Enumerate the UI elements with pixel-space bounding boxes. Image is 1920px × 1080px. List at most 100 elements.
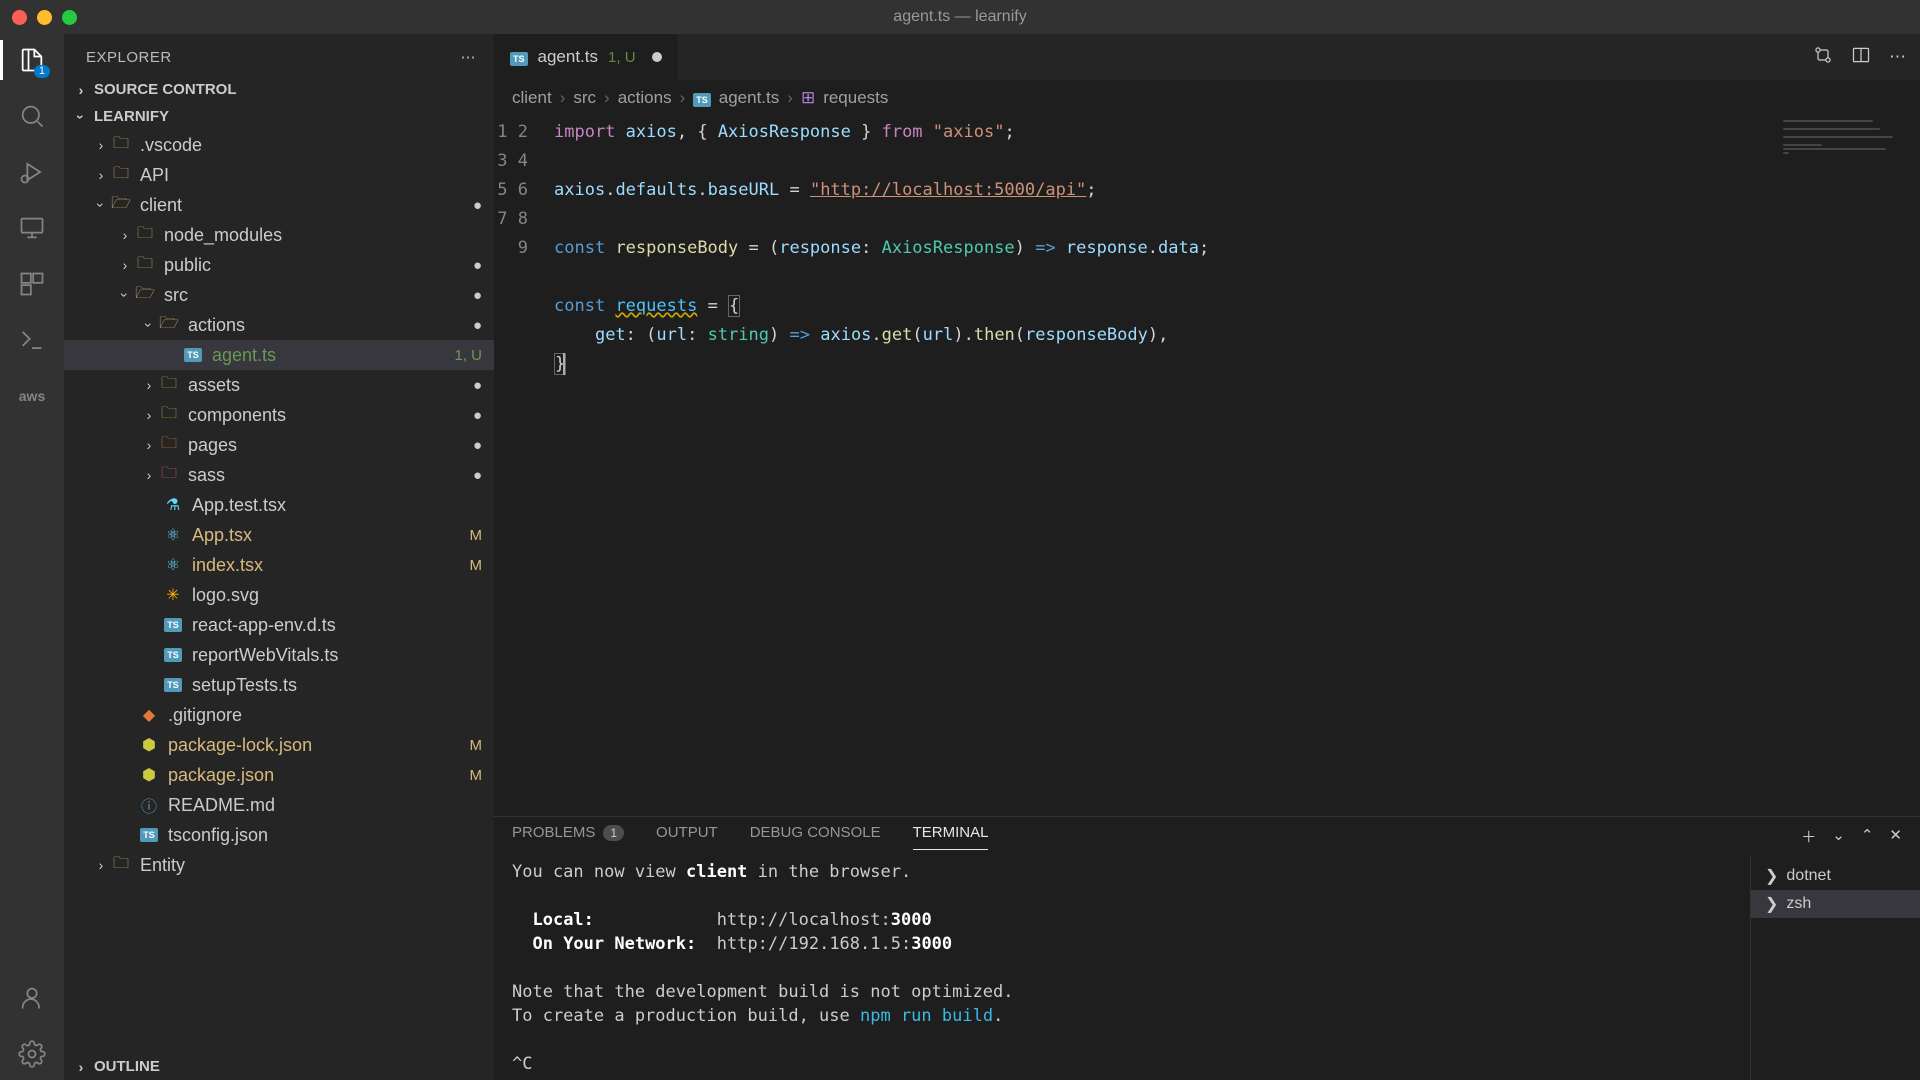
typescript-icon: TS <box>162 674 184 696</box>
file-setup-tests[interactable]: TS setupTests.ts <box>64 670 494 700</box>
extensions-activity-icon[interactable] <box>16 268 48 300</box>
split-editor-icon[interactable] <box>1851 45 1871 70</box>
folder-components[interactable]: ›🗀 components ● <box>64 400 494 430</box>
file-report-web-vitals[interactable]: TS reportWebVitals.ts <box>64 640 494 670</box>
search-activity-icon[interactable] <box>16 100 48 132</box>
file-app[interactable]: ⚛ App.tsx M <box>64 520 494 550</box>
tab-label: TERMINAL <box>913 824 989 841</box>
folder-client[interactable]: ›🗁 client ● <box>64 190 494 220</box>
source-control-section[interactable]: › SOURCE CONTROL <box>64 76 494 103</box>
file-tree: › 🗀 .vscode ›🗀 API ›🗁 client ● ›🗀 node_m… <box>64 130 494 1053</box>
terminal-list: ❯ dotnet ❯ zsh <box>1750 856 1920 1080</box>
breadcrumb-part[interactable]: actions <box>618 88 672 108</box>
file-readme[interactable]: ⓘ README.md <box>64 790 494 820</box>
terminal-tab[interactable]: TERMINAL <box>913 824 989 850</box>
aws-activity-icon[interactable]: aws <box>16 380 48 412</box>
explorer-more-icon[interactable]: ⋯ <box>461 48 477 66</box>
file-gitignore[interactable]: ◆ .gitignore <box>64 700 494 730</box>
folder-icon: 🗀 <box>158 374 180 396</box>
tab-bar: TS agent.ts 1, U ⋯ <box>494 34 1920 80</box>
typescript-icon: TS <box>162 614 184 636</box>
typescript-icon: TS <box>138 824 160 846</box>
status-dot: ● <box>473 377 482 394</box>
file-app-test[interactable]: ⚗ App.test.tsx <box>64 490 494 520</box>
react-icon: ⚛ <box>162 524 184 546</box>
breadcrumb-part[interactable]: requests <box>823 88 888 108</box>
file-react-app-env[interactable]: TS react-app-env.d.ts <box>64 610 494 640</box>
terminal-output[interactable]: You can now view client in the browser. … <box>494 856 1750 1080</box>
tree-label: Entity <box>140 855 482 876</box>
json-icon: ⬢ <box>138 734 160 756</box>
tab-status: 1, U <box>608 49 636 66</box>
close-window-button[interactable] <box>12 10 27 25</box>
debug-activity-icon[interactable] <box>16 156 48 188</box>
file-index[interactable]: ⚛ index.tsx M <box>64 550 494 580</box>
editor-tab-agent[interactable]: TS agent.ts 1, U <box>494 34 679 80</box>
tree-label: .vscode <box>140 135 482 156</box>
folder-assets[interactable]: ›🗀 assets ● <box>64 370 494 400</box>
folder-vscode[interactable]: › 🗀 .vscode <box>64 130 494 160</box>
folder-node-modules[interactable]: ›🗀 node_modules <box>64 220 494 250</box>
outline-section[interactable]: › OUTLINE <box>64 1053 494 1080</box>
modified-status: M <box>470 557 483 574</box>
account-icon[interactable] <box>16 982 48 1014</box>
terminal-dropdown-icon[interactable]: ⌄ <box>1832 826 1845 847</box>
terminal-label: zsh <box>1786 895 1811 913</box>
debug-console-tab[interactable]: DEBUG CONSOLE <box>750 824 881 849</box>
compare-changes-icon[interactable] <box>1813 45 1833 70</box>
maximize-window-button[interactable] <box>62 10 77 25</box>
close-panel-icon[interactable]: ✕ <box>1889 826 1902 847</box>
more-actions-icon[interactable]: ⋯ <box>1889 47 1906 67</box>
folder-open-icon: 🗁 <box>158 314 180 336</box>
breadcrumb-part[interactable]: src <box>573 88 596 108</box>
folder-sass[interactable]: ›🗀 sass ● <box>64 460 494 490</box>
line-gutter: 1 2 3 4 5 6 7 8 9 <box>494 116 554 816</box>
file-package-lock[interactable]: ⬢ package-lock.json M <box>64 730 494 760</box>
problems-tab[interactable]: PROBLEMS 1 <box>512 824 624 849</box>
tree-label: logo.svg <box>192 585 482 606</box>
maximize-panel-icon[interactable]: ⌃ <box>1861 826 1874 847</box>
typescript-icon: TS <box>162 644 184 666</box>
dirty-indicator-icon <box>652 52 662 62</box>
folder-src[interactable]: ›🗁 src ● <box>64 280 494 310</box>
tree-label: pages <box>188 435 467 456</box>
folder-pages[interactable]: ›🗀 pages ● <box>64 430 494 460</box>
folder-icon: 🗀 <box>110 134 132 156</box>
new-terminal-icon[interactable]: ＋ <box>1801 826 1816 847</box>
minimap[interactable] <box>1775 116 1920 816</box>
file-logo[interactable]: ✳ logo.svg <box>64 580 494 610</box>
minimize-window-button[interactable] <box>37 10 52 25</box>
tab-filename: agent.ts <box>538 47 599 67</box>
terminal-item-zsh[interactable]: ❯ zsh <box>1751 890 1920 918</box>
tree-label: package-lock.json <box>168 735 464 756</box>
modified-status: M <box>470 767 483 784</box>
output-tab[interactable]: OUTPUT <box>656 824 718 849</box>
explorer-activity-icon[interactable]: 1 <box>16 44 48 76</box>
folder-public[interactable]: ›🗀 public ● <box>64 250 494 280</box>
breadcrumb-part[interactable]: agent.ts <box>719 88 780 108</box>
folder-entity[interactable]: ›🗀 Entity <box>64 850 494 880</box>
code-editor[interactable]: import axios, { AxiosResponse } from "ax… <box>554 116 1775 816</box>
folder-icon: 🗀 <box>110 164 132 186</box>
folder-api[interactable]: ›🗀 API <box>64 160 494 190</box>
terminal-item-dotnet[interactable]: ❯ dotnet <box>1751 862 1920 890</box>
breadcrumb-part[interactable]: client <box>512 88 552 108</box>
learnify-section[interactable]: › LEARNIFY <box>64 103 494 130</box>
chevron-right-icon: › <box>72 82 90 98</box>
file-tsconfig[interactable]: TS tsconfig.json <box>64 820 494 850</box>
info-icon: ⓘ <box>138 794 160 816</box>
typescript-icon: TS <box>510 47 528 67</box>
file-package[interactable]: ⬢ package.json M <box>64 760 494 790</box>
file-agent-ts[interactable]: TS agent.ts 1, U <box>64 340 494 370</box>
remote-activity-icon[interactable] <box>16 212 48 244</box>
status-dot: ● <box>473 197 482 214</box>
settings-gear-icon[interactable] <box>16 1038 48 1070</box>
bottom-panel: PROBLEMS 1 OUTPUT DEBUG CONSOLE TERMINAL… <box>494 816 1920 1080</box>
folder-actions[interactable]: ›🗁 actions ● <box>64 310 494 340</box>
terminal-label: dotnet <box>1786 867 1830 885</box>
chevron-down-icon: › <box>73 108 89 126</box>
breadcrumb[interactable]: client› src› actions› TS agent.ts› ⊞ req… <box>494 80 1920 116</box>
terminal-activity-icon[interactable] <box>16 324 48 356</box>
folder-icon: 🗀 <box>134 254 156 276</box>
typescript-icon: TS <box>693 88 711 108</box>
